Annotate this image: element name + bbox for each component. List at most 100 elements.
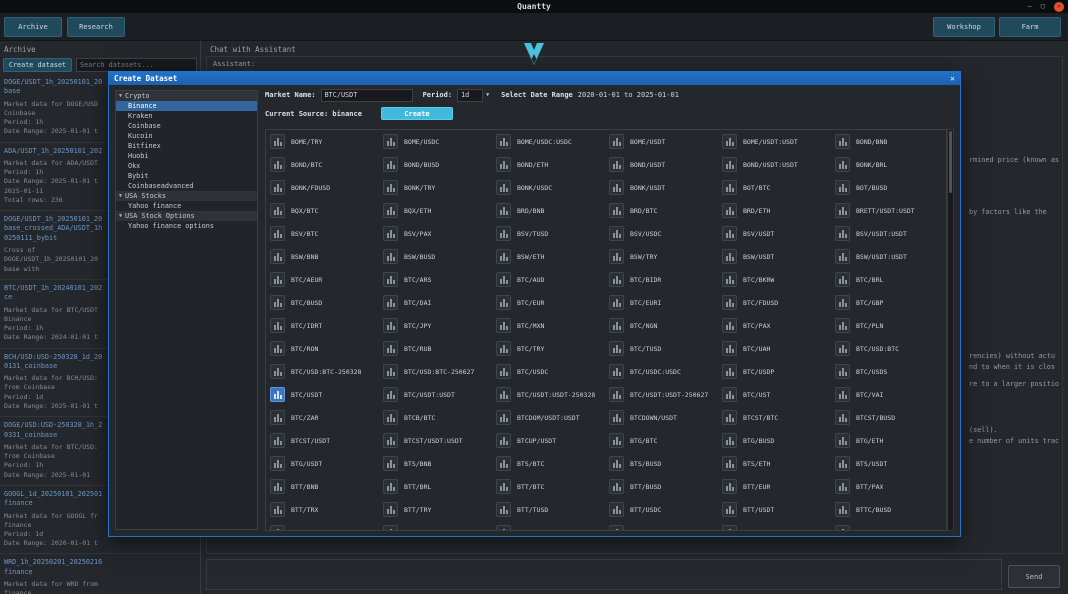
candlestick-chart-icon[interactable] (722, 203, 737, 218)
candlestick-chart-icon[interactable] (609, 157, 624, 172)
research-button[interactable]: Research (67, 17, 125, 37)
market-btc-usdp[interactable]: BTC/USDP (718, 360, 831, 383)
tree-item-bitfinex[interactable]: Bitfinex (116, 141, 257, 151)
candlestick-chart-icon[interactable] (270, 249, 285, 264)
tree-item-bybit[interactable]: Bybit (116, 171, 257, 181)
market-bts-eth[interactable]: BTS/ETH (718, 452, 831, 475)
candlestick-chart-icon[interactable] (270, 157, 285, 172)
market-btc-tusd[interactable]: BTC/TUSD (605, 337, 718, 360)
search-datasets-input[interactable] (76, 58, 197, 72)
candlestick-chart-icon[interactable] (383, 502, 398, 517)
candlestick-chart-icon[interactable] (609, 410, 624, 425)
candlestick-chart-icon[interactable] (270, 203, 285, 218)
candlestick-chart-icon[interactable] (722, 249, 737, 264)
market-bttc-try[interactable]: BTTC/TRY (266, 521, 379, 530)
candlestick-chart-icon[interactable] (835, 387, 850, 402)
candlestick-chart-icon[interactable] (270, 295, 285, 310)
candlestick-chart-icon[interactable] (383, 364, 398, 379)
market-btc-eur[interactable]: BTC/EUR (492, 291, 605, 314)
candlestick-chart-icon[interactable] (722, 318, 737, 333)
market-bsv-tusd[interactable]: BSV/TUSD (492, 222, 605, 245)
candlestick-chart-icon[interactable] (496, 502, 511, 517)
candlestick-chart-icon[interactable] (609, 134, 624, 149)
market-brd-eth[interactable]: BRD/ETH (718, 199, 831, 222)
market-btc-dai[interactable]: BTC/DAI (379, 291, 492, 314)
market-btc-usdt-usdt-250328[interactable]: BTC/USDT:USDT-250328 (492, 383, 605, 406)
candlestick-chart-icon[interactable] (496, 433, 511, 448)
candlestick-chart-icon[interactable] (496, 203, 511, 218)
market-btg-btc[interactable]: BTG/BTC (605, 429, 718, 452)
minimize-button[interactable]: – (1028, 1, 1032, 12)
market-btc-usdc[interactable]: BTC/USDC (492, 360, 605, 383)
candlestick-chart-icon[interactable] (270, 180, 285, 195)
candlestick-chart-icon[interactable] (383, 272, 398, 287)
maximize-button[interactable]: ▢ (1041, 1, 1045, 12)
scrollbar-thumb[interactable] (949, 131, 952, 193)
market-name-input[interactable]: BTC/USDT (320, 88, 413, 102)
market-btc-ust[interactable]: BTC/UST (718, 383, 831, 406)
dialog-close-icon[interactable]: ✕ (950, 74, 955, 83)
candlestick-chart-icon[interactable] (609, 272, 624, 287)
tree-item-yahoo-finance[interactable]: Yahoo finance (116, 201, 257, 211)
archive-button[interactable]: Archive (4, 17, 62, 37)
market-btg-busd[interactable]: BTG/BUSD (718, 429, 831, 452)
market-btc-jpy[interactable]: BTC/JPY (379, 314, 492, 337)
market-btc-rub[interactable]: BTC/RUB (379, 337, 492, 360)
candlestick-chart-icon[interactable] (722, 341, 737, 356)
candlestick-chart-icon[interactable] (835, 525, 850, 530)
candlestick-chart-icon[interactable] (609, 318, 624, 333)
candlestick-chart-icon[interactable] (270, 456, 285, 471)
market-btc-usd-btc[interactable]: BTC/USD:BTC (831, 337, 944, 360)
market-burger-bnb[interactable]: BURGER/BNB (831, 521, 944, 530)
candlestick-chart-icon[interactable] (609, 341, 624, 356)
market-bonk-try[interactable]: BONK/TRY (379, 176, 492, 199)
candlestick-chart-icon[interactable] (270, 318, 285, 333)
market-btc-idrt[interactable]: BTC/IDRT (266, 314, 379, 337)
tree-item-binance[interactable]: Binance (116, 101, 257, 111)
candlestick-chart-icon[interactable] (835, 502, 850, 517)
period-select[interactable]: 1d (457, 88, 484, 102)
market-btc-try[interactable]: BTC/TRY (492, 337, 605, 360)
market-btt-usdt[interactable]: BTT/USDT (718, 498, 831, 521)
select-date-range-button[interactable]: Select Date Range (501, 91, 573, 99)
candlestick-chart-icon[interactable] (496, 226, 511, 241)
candlestick-chart-icon[interactable] (835, 157, 850, 172)
candlestick-chart-icon[interactable] (496, 364, 511, 379)
market-btc-ngn[interactable]: BTC/NGN (605, 314, 718, 337)
tree-category-crypto[interactable]: ▼ Crypto (116, 91, 257, 101)
market-brd-bnb[interactable]: BRD/BNB (492, 199, 605, 222)
market-btc-usd-btc-250627[interactable]: BTC/USD:BTC-250627 (379, 360, 492, 383)
candlestick-chart-icon[interactable] (496, 134, 511, 149)
candlestick-chart-icon[interactable] (496, 525, 511, 530)
market-brett-usdt-usdt[interactable]: BRETT/USDT:USDT (831, 199, 944, 222)
candlestick-chart-icon[interactable] (609, 203, 624, 218)
market-btc-gbp[interactable]: BTC/GBP (831, 291, 944, 314)
market-bond-usdt[interactable]: BOND/USDT (605, 153, 718, 176)
market-btc-usdt[interactable]: BTC/USDT (266, 383, 379, 406)
candlestick-chart-icon[interactable] (609, 364, 624, 379)
market-btcst-btc[interactable]: BTCST/BTC (718, 406, 831, 429)
market-brd-btc[interactable]: BRD/BTC (605, 199, 718, 222)
candlestick-chart-icon[interactable] (383, 525, 398, 530)
market-bonk-fdusd[interactable]: BONK/FDUSD (266, 176, 379, 199)
market-btc-usd-btc-250328[interactable]: BTC/USD:BTC-250328 (266, 360, 379, 383)
market-bts-usdt[interactable]: BTS/USDT (831, 452, 944, 475)
market-bonk-usdt[interactable]: BONK/USDT (605, 176, 718, 199)
market-bonk-usdc[interactable]: BONK/USDC (492, 176, 605, 199)
candlestick-chart-icon[interactable] (722, 479, 737, 494)
close-button[interactable]: ✕ (1054, 1, 1064, 12)
market-bond-bnb[interactable]: BOND/BNB (831, 130, 944, 153)
candlestick-chart-icon[interactable] (270, 341, 285, 356)
market-btc-bidr[interactable]: BTC/BIDR (605, 268, 718, 291)
candlestick-chart-icon[interactable] (609, 180, 624, 195)
market-bonk-brl[interactable]: BONK/BRL (831, 153, 944, 176)
market-btc-brl[interactable]: BTC/BRL (831, 268, 944, 291)
candlestick-chart-icon[interactable] (383, 479, 398, 494)
candlestick-chart-icon[interactable] (270, 364, 285, 379)
market-btc-pax[interactable]: BTC/PAX (718, 314, 831, 337)
candlestick-chart-icon[interactable] (383, 456, 398, 471)
market-bsw-busd[interactable]: BSW/BUSD (379, 245, 492, 268)
market-btt-eur[interactable]: BTT/EUR (718, 475, 831, 498)
market-btc-ron[interactable]: BTC/RON (266, 337, 379, 360)
candlestick-chart-icon[interactable] (383, 180, 398, 195)
